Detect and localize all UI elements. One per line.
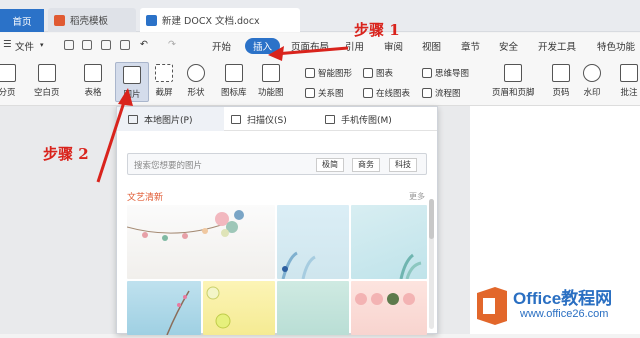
step2-label: 步骤 2 <box>43 145 89 163</box>
step1-label: 步骤 1 <box>354 21 400 39</box>
arrow-step2 <box>96 95 128 183</box>
watermark-title: Office教程网 <box>513 289 613 308</box>
arrow-step1-head <box>268 46 284 61</box>
arrow-step1 <box>274 46 349 56</box>
site-watermark: Office教程网 www.office26.com <box>470 281 640 334</box>
office-logo-icon <box>477 287 507 325</box>
watermark-url: www.office26.com <box>520 308 609 320</box>
arrow-step2-head <box>118 88 133 106</box>
